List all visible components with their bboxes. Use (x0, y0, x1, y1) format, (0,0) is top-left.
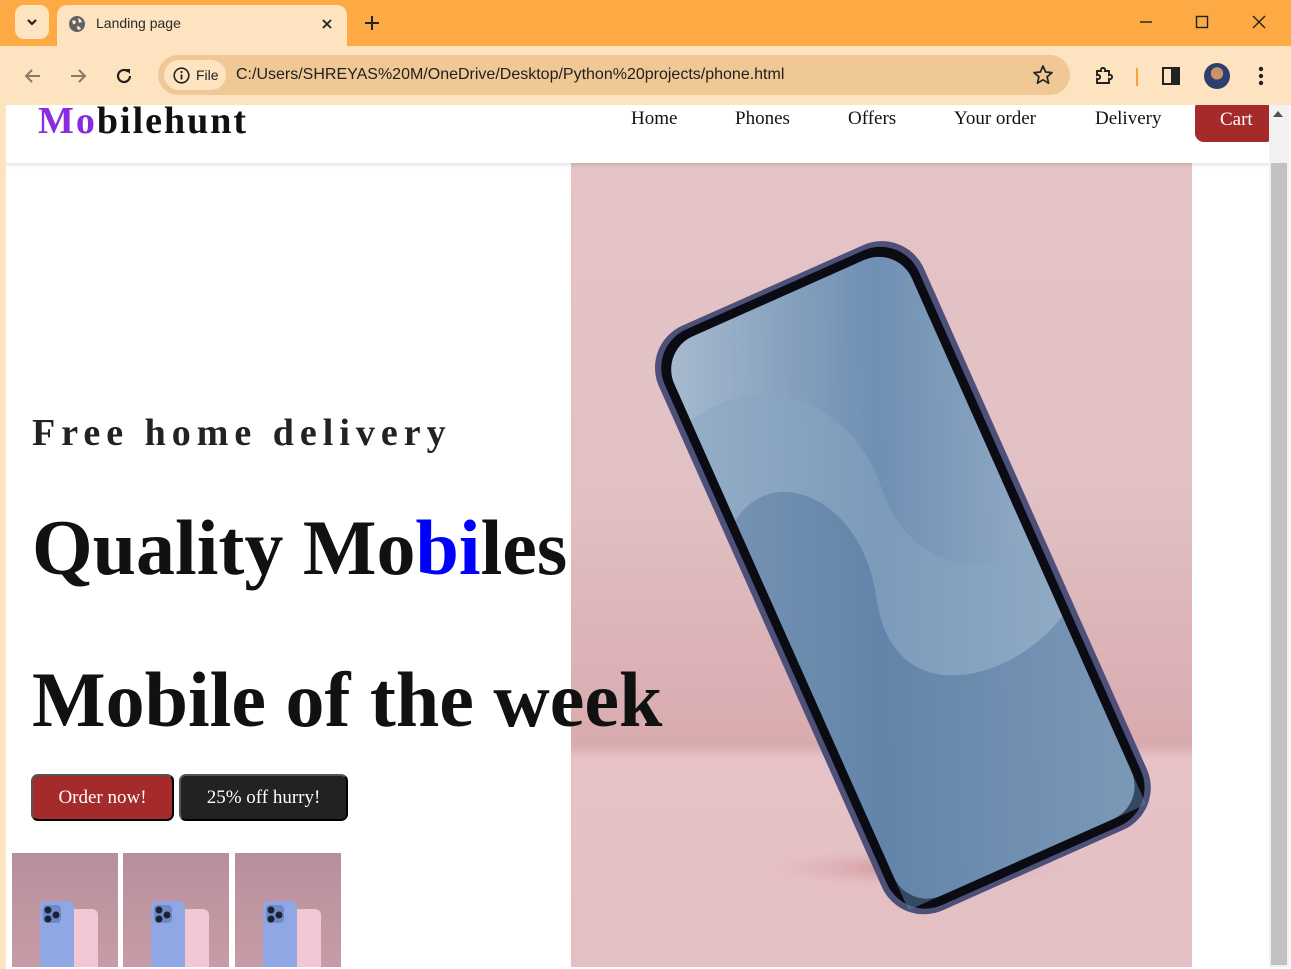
phone-thumbnail-image (40, 901, 98, 967)
phone-thumbnail-image (151, 901, 209, 967)
reload-icon (116, 68, 132, 84)
address-bar[interactable]: File C:/Users/SHREYAS%20M/OneDrive/Deskt… (158, 55, 1070, 95)
browser-menu-button[interactable] (1247, 62, 1275, 90)
nav-phones[interactable]: Phones (735, 108, 790, 130)
vertical-scrollbar[interactable] (1269, 105, 1289, 967)
globe-icon (69, 16, 85, 32)
active-tab[interactable]: Landing page (57, 5, 347, 46)
new-tab-button[interactable] (358, 9, 386, 37)
hero-phone-image (571, 163, 1192, 967)
browser-toolbar: File C:/Users/SHREYAS%20M/OneDrive/Deskt… (0, 46, 1291, 105)
smartphone-illustration (654, 241, 1151, 915)
reload-button[interactable] (108, 60, 140, 92)
product-thumbnail[interactable] (123, 853, 229, 967)
nav-your-order[interactable]: Your order (954, 108, 1036, 130)
tab-search-button[interactable] (15, 5, 49, 39)
side-panel-button[interactable] (1157, 62, 1185, 90)
close-window-button[interactable] (1244, 8, 1274, 36)
product-thumbnail[interactable] (235, 853, 341, 967)
maximize-button[interactable] (1187, 8, 1217, 36)
url-text[interactable]: C:/Users/SHREYAS%20M/OneDrive/Desktop/Py… (236, 66, 784, 84)
headline-part-a: Quality Mo (32, 504, 416, 591)
side-panel-icon (1162, 67, 1180, 85)
page-viewport: Mobilehunt Home Phones Offers Your order… (6, 105, 1269, 967)
arrow-left-icon (24, 69, 40, 83)
tagline: Free home delivery (32, 412, 452, 454)
phone-thumbnail-image (263, 901, 321, 967)
discount-button[interactable]: 25% off hurry! (179, 774, 348, 821)
scroll-up-arrow-icon[interactable] (1273, 111, 1283, 117)
site-header: Mobilehunt Home Phones Offers Your order… (6, 105, 1269, 163)
star-icon[interactable] (1032, 64, 1054, 86)
order-now-button[interactable]: Order now! (31, 774, 174, 821)
logo-accent: Mo (38, 105, 97, 142)
logo-text: bilehunt (96, 105, 249, 142)
toolbar-separator (1136, 68, 1138, 86)
site-info-chip[interactable]: File (164, 60, 226, 90)
headline-part-c: les (480, 504, 568, 591)
minimize-button[interactable] (1131, 8, 1161, 36)
puzzle-icon (1096, 66, 1114, 84)
extensions-button[interactable] (1090, 62, 1118, 90)
site-logo[interactable]: Mobilehunt (38, 105, 248, 143)
subheadline: Mobile of the week (32, 656, 663, 743)
headline: Quality Mobiles (32, 503, 567, 593)
headline-highlight: bi (415, 504, 481, 591)
minimize-icon (1140, 21, 1152, 23)
nav-delivery[interactable]: Delivery (1095, 108, 1161, 130)
nav-offers[interactable]: Offers (848, 108, 896, 130)
product-thumbnail[interactable] (12, 853, 118, 967)
cart-button[interactable]: Cart (1195, 105, 1269, 142)
tab-title: Landing page (96, 15, 181, 31)
tab-strip: Landing page (0, 0, 1291, 46)
close-tab-icon[interactable] (317, 14, 337, 34)
nav-home[interactable]: Home (631, 108, 677, 130)
chevron-down-icon (27, 19, 37, 26)
close-icon (1252, 15, 1266, 29)
avatar[interactable] (1204, 63, 1230, 89)
scrollbar-thumb[interactable] (1271, 163, 1287, 965)
more-vertical-icon (1258, 66, 1264, 86)
back-button[interactable] (17, 60, 49, 92)
file-label: File (196, 67, 219, 83)
info-icon (173, 66, 190, 84)
arrow-right-icon (71, 69, 87, 83)
maximize-icon (1195, 15, 1209, 29)
forward-button[interactable] (62, 60, 94, 92)
plus-icon (365, 16, 379, 30)
